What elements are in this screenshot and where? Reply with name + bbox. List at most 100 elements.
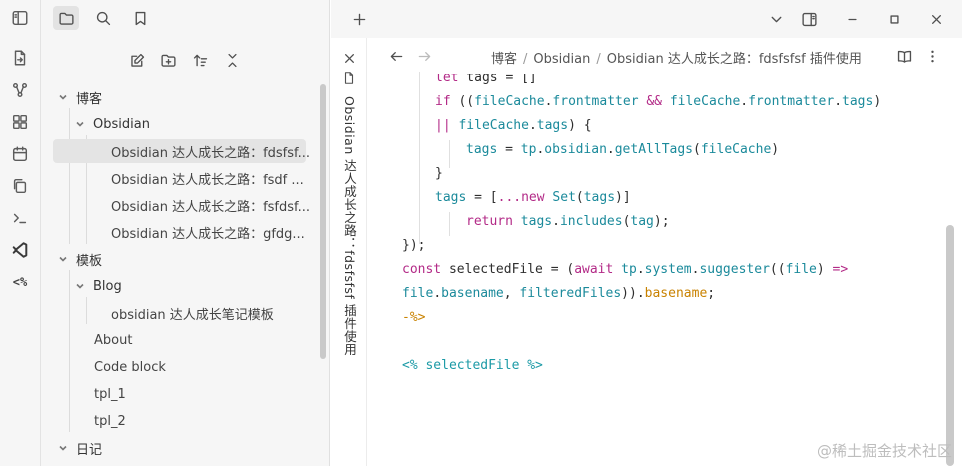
code-token: includes xyxy=(559,214,623,229)
code-token: const xyxy=(402,262,442,277)
code-token: } xyxy=(435,166,443,181)
code-line[interactable]: }); xyxy=(402,236,425,256)
folder-blog[interactable]: Blog xyxy=(74,274,122,298)
code-token: Set xyxy=(552,190,576,205)
code-token: )) xyxy=(621,286,637,301)
file-item[interactable]: Code block xyxy=(94,355,166,379)
code-line[interactable]: if ((fileCache.frontmatter && fileCache.… xyxy=(435,92,881,112)
file-item[interactable]: Obsidian 达人成长之路：gfdg... xyxy=(111,220,305,244)
code-line[interactable]: return tags.includes(tag); xyxy=(466,212,670,232)
sort-icon[interactable] xyxy=(188,48,212,72)
calendar-icon[interactable] xyxy=(8,142,32,166)
code-tag-icon[interactable]: <% xyxy=(8,270,32,294)
folder-icon[interactable] xyxy=(53,6,79,30)
code-token: . xyxy=(636,262,645,277)
breadcrumb-separator: / xyxy=(523,52,528,67)
code-token: . xyxy=(834,94,843,109)
code-line[interactable]: file.basename, filteredFiles)).basename; xyxy=(402,284,715,304)
code-token: obsidian xyxy=(544,142,607,157)
code-line[interactable]: tags = tp.obsidian.getAllTags(fileCache) xyxy=(466,140,779,160)
code-token: tags = [] xyxy=(458,70,537,85)
indent-guide xyxy=(449,140,450,168)
editor-scrollbar[interactable] xyxy=(946,225,954,466)
bookmark-icon[interactable] xyxy=(127,6,153,30)
chevron-down-icon xyxy=(74,280,86,292)
code-token: ) xyxy=(873,94,882,109)
code-token: await xyxy=(574,262,614,277)
close-window-icon[interactable] xyxy=(924,7,948,31)
chevron-down-icon[interactable] xyxy=(764,7,788,31)
right-sidebar-toggle-icon[interactable] xyxy=(797,7,821,31)
tree-item-label: Blog xyxy=(93,278,122,294)
terminal-icon[interactable] xyxy=(8,206,32,230)
breadcrumb-item[interactable]: Obsidian 达人成长之路：fdsfsfsf 插件使用 xyxy=(607,52,862,67)
file-item[interactable]: obsidian 达人成长笔记模板 xyxy=(111,301,274,325)
tree-item-label: About xyxy=(94,332,133,348)
more-options-icon[interactable] xyxy=(920,44,944,68)
sidebar-scrollbar[interactable] xyxy=(320,84,326,359)
code-token: basename xyxy=(441,286,504,301)
sidebar-toggle-icon[interactable] xyxy=(8,6,32,30)
file-item[interactable]: Obsidian 达人成长之路：fsfdsf... xyxy=(111,193,310,217)
folder-templates[interactable]: 模板 xyxy=(57,247,102,271)
code-line[interactable]: <% selectedFile %> xyxy=(402,356,543,376)
code-token: let xyxy=(435,70,459,85)
collapse-all-icon[interactable] xyxy=(220,48,244,72)
graph-icon[interactable] xyxy=(8,78,32,102)
code-line[interactable]: const selectedFile = (await tp.system.su… xyxy=(402,260,848,280)
chevron-down-icon xyxy=(57,253,69,265)
forward-arrow-icon[interactable] xyxy=(412,44,436,68)
code-line[interactable]: } xyxy=(435,164,443,184)
tree-item-label: 日记 xyxy=(76,442,103,458)
code-token: (( xyxy=(450,94,475,109)
code-token: && xyxy=(638,94,670,109)
code-token: tags xyxy=(536,118,569,133)
new-folder-icon[interactable] xyxy=(156,48,180,72)
file-item[interactable]: Obsidian 达人成长之路：fsdf ... xyxy=(111,166,304,190)
search-icon[interactable] xyxy=(90,6,116,30)
file-item[interactable]: tpl_2 xyxy=(94,409,126,433)
code-token: . xyxy=(636,286,645,301)
maximize-icon[interactable] xyxy=(882,7,906,31)
watermark-text: @稀土掘金技术社区 xyxy=(816,442,952,460)
breadcrumb-item[interactable]: Obsidian xyxy=(533,52,590,67)
code-line[interactable]: let tags = [] xyxy=(435,70,537,88)
file-item[interactable]: About xyxy=(94,328,132,352)
code-token: )] xyxy=(615,190,631,205)
code-token: = [ xyxy=(466,190,498,205)
grid-icon[interactable] xyxy=(8,110,32,134)
code-token: , xyxy=(503,286,520,301)
minimize-icon[interactable] xyxy=(840,7,864,31)
file-item-selected[interactable]: Obsidian 达人成长之路：fdsfsf... xyxy=(53,139,310,163)
stacked-tab[interactable]: Obsidian 达人成长之路：fdsfsfsf 插件使用 xyxy=(331,38,367,466)
file-arrow-icon[interactable] xyxy=(8,46,32,70)
code-token: tags xyxy=(466,142,498,157)
reading-view-icon[interactable] xyxy=(892,44,916,68)
code-token: filteredFiles xyxy=(519,286,622,301)
new-tab-icon[interactable] xyxy=(347,7,371,31)
tree-item-label: tpl_1 xyxy=(94,386,126,402)
file-item[interactable]: tpl_1 xyxy=(94,382,126,406)
code-token: . xyxy=(740,94,749,109)
folder-blog-zh[interactable]: 博客 xyxy=(57,85,102,109)
code-token: ) { xyxy=(568,118,592,133)
copy-icon[interactable] xyxy=(8,174,32,198)
breadcrumb-separator: / xyxy=(596,52,601,67)
back-arrow-icon[interactable] xyxy=(384,44,408,68)
code-token: ) xyxy=(771,142,780,157)
vscode-icon[interactable] xyxy=(8,238,32,262)
folder-obsidian[interactable]: Obsidian xyxy=(74,112,150,136)
code-token: return xyxy=(466,214,513,229)
code-token: tags xyxy=(520,214,553,229)
folder-diary[interactable]: 日记 xyxy=(57,436,102,460)
code-line[interactable]: -%> xyxy=(402,308,425,328)
code-token: ) xyxy=(816,262,833,277)
new-note-icon[interactable] xyxy=(125,48,149,72)
breadcrumb-item[interactable]: 博客 xyxy=(491,52,517,67)
code-line[interactable]: || fileCache.tags) { xyxy=(435,116,592,136)
code-token: file xyxy=(402,286,434,301)
code-token: . xyxy=(528,118,537,133)
code-line[interactable]: tags = [...new Set(tags)] xyxy=(435,188,631,208)
